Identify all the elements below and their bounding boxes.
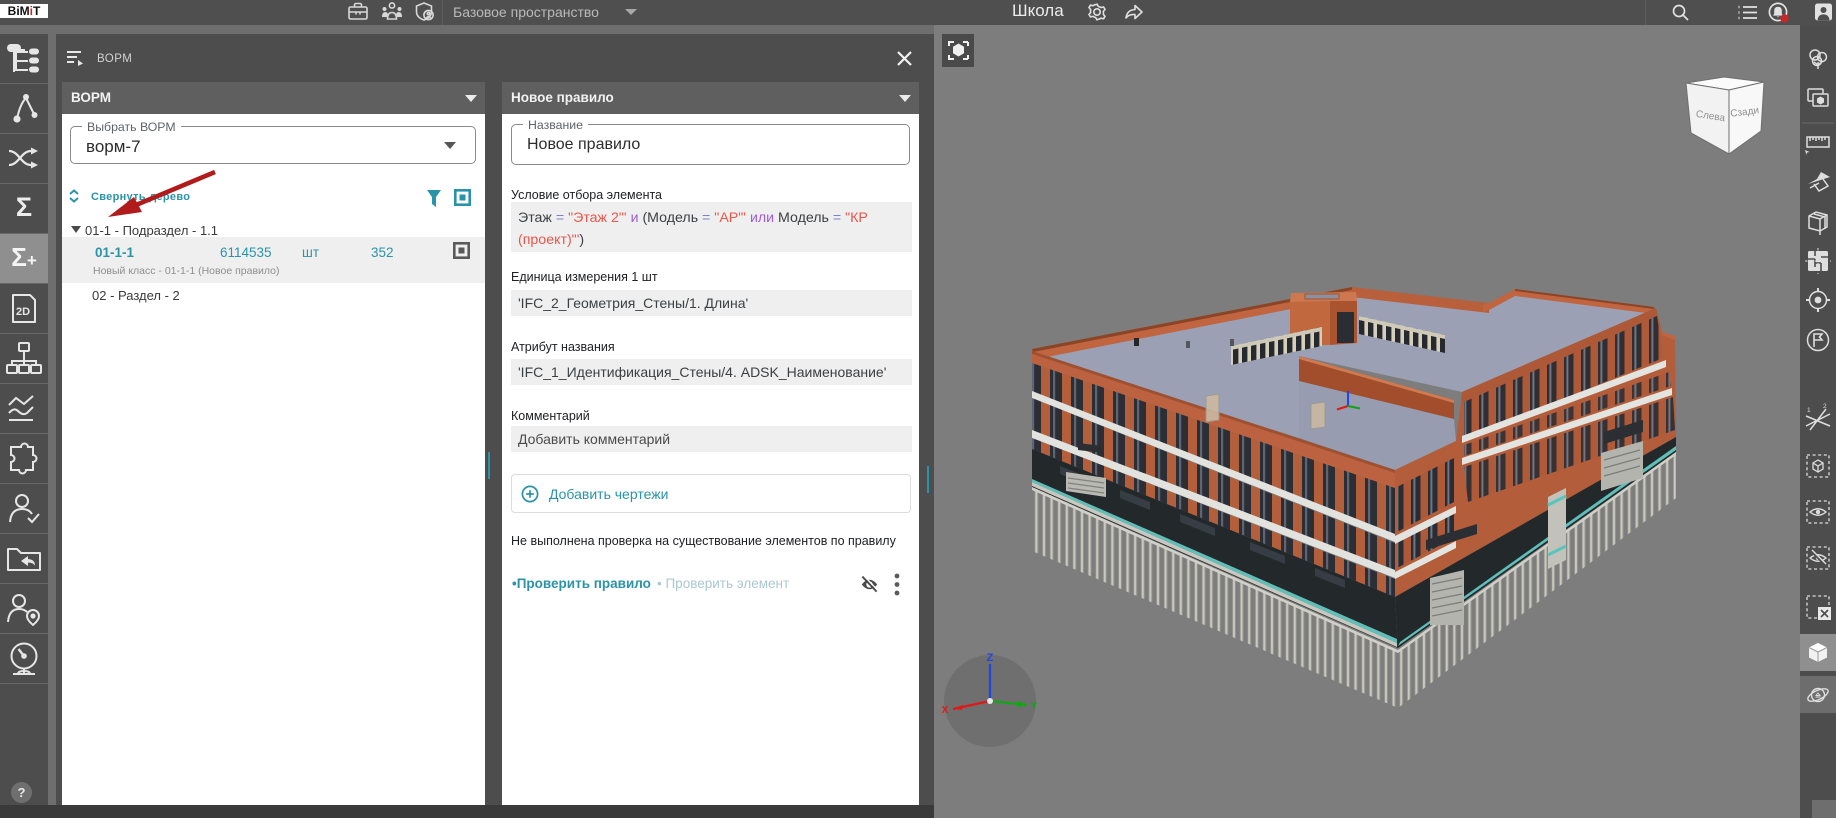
svg-text:X: X: [942, 705, 949, 716]
svg-text:Y: Y: [1031, 701, 1038, 712]
svg-text:Z: Z: [987, 652, 994, 664]
svg-text:1: 1: [1807, 407, 1811, 414]
svg-text:2: 2: [1823, 403, 1827, 410]
svg-text:2D: 2D: [16, 306, 30, 318]
